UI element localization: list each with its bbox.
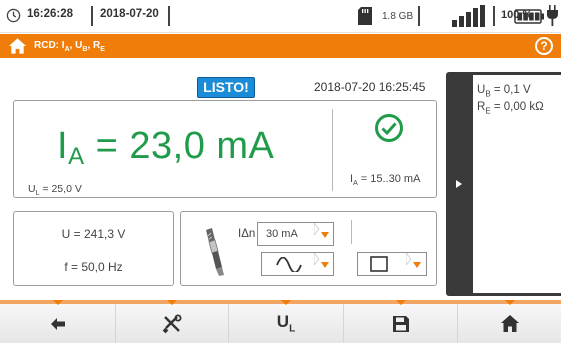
tab-notch <box>504 300 515 305</box>
sine-wave-icon <box>276 257 302 272</box>
main-result-value: IA = 23,0 mA <box>57 125 275 170</box>
idn-label: IΔn <box>238 228 256 240</box>
clock-icon <box>6 8 21 23</box>
tab-notch <box>395 300 406 305</box>
clock-time: 16:26:28 <box>27 8 74 20</box>
settings-divider <box>351 220 352 244</box>
result-range: IA = 15..30 mA <box>350 173 421 188</box>
status-bar: 16:26:28 2018-07-20 1.8 GB 100 % <box>0 0 561 33</box>
tab-notch <box>52 300 63 305</box>
bottom-toolbar: UL <box>0 300 561 343</box>
storage-free: 1.8 GB <box>382 11 414 22</box>
home-icon <box>500 315 519 332</box>
clock-date: 2018-07-20 <box>100 8 159 20</box>
ub-value: UB = 0,1 V <box>477 84 531 99</box>
chevron-down-icon <box>413 262 421 268</box>
side-results-panel[interactable]: UB = 0,1 V RE = 0,00 kΩ <box>446 72 561 296</box>
side-results-content: UB = 0,1 V RE = 0,00 kΩ <box>473 75 561 293</box>
status-divider <box>493 6 495 26</box>
plug-icon <box>546 5 558 26</box>
rcd-type-select[interactable] <box>357 252 427 276</box>
save-icon <box>392 315 409 332</box>
expand-arrow-icon[interactable] <box>456 180 462 188</box>
title-bar: RCD: IA, UB, RE ? <box>0 34 561 58</box>
ul-button[interactable]: UL <box>229 300 344 343</box>
status-divider <box>91 6 93 26</box>
ul-button-label: UL <box>276 312 296 335</box>
signal-bars-icon <box>452 5 485 27</box>
status-badge: LISTO! <box>197 77 255 98</box>
sd-card-icon <box>358 7 372 25</box>
check-circle-icon <box>375 114 403 142</box>
voltage-value: U = 241,3 V <box>61 227 126 241</box>
save-button[interactable] <box>344 300 458 343</box>
status-divider <box>168 6 170 26</box>
battery-plug-group <box>514 5 558 26</box>
battery-icon <box>514 9 544 24</box>
chevron-down-icon <box>321 232 329 238</box>
probe-clamp-icon <box>206 228 224 276</box>
frequency-value: f = 50,0 Hz <box>64 260 123 274</box>
back-arrow-icon <box>50 317 65 330</box>
tab-notch <box>281 300 291 305</box>
square-type-icon <box>370 256 388 272</box>
settings-panel: IΔn 30 mA <box>180 211 437 286</box>
back-button[interactable] <box>0 300 116 343</box>
result-divider <box>332 109 333 191</box>
voltage-panel: U = 241,3 V f = 50,0 Hz <box>13 211 174 286</box>
tools-icon <box>162 314 182 333</box>
tab-notch <box>167 300 177 305</box>
settings-button[interactable] <box>116 300 229 343</box>
idn-select[interactable]: 30 mA <box>257 222 334 246</box>
main-result-panel: IA = 23,0 mA UL = 25,0 V IA = 15..30 mA <box>13 100 437 198</box>
home-button[interactable] <box>458 300 561 343</box>
home-icon[interactable] <box>8 37 27 55</box>
measurement-title: RCD: IA, UB, RE <box>34 40 105 53</box>
chevron-down-icon <box>321 262 329 268</box>
help-icon[interactable]: ? <box>535 37 553 55</box>
measurement-timestamp: 2018-07-20 16:25:45 <box>314 80 426 94</box>
idn-select-value: 30 mA <box>266 228 298 240</box>
status-divider <box>418 6 420 26</box>
waveform-select[interactable] <box>261 252 334 276</box>
re-value: RE = 0,00 kΩ <box>477 101 544 116</box>
ul-limit-value: UL = 25,0 V <box>28 183 82 198</box>
